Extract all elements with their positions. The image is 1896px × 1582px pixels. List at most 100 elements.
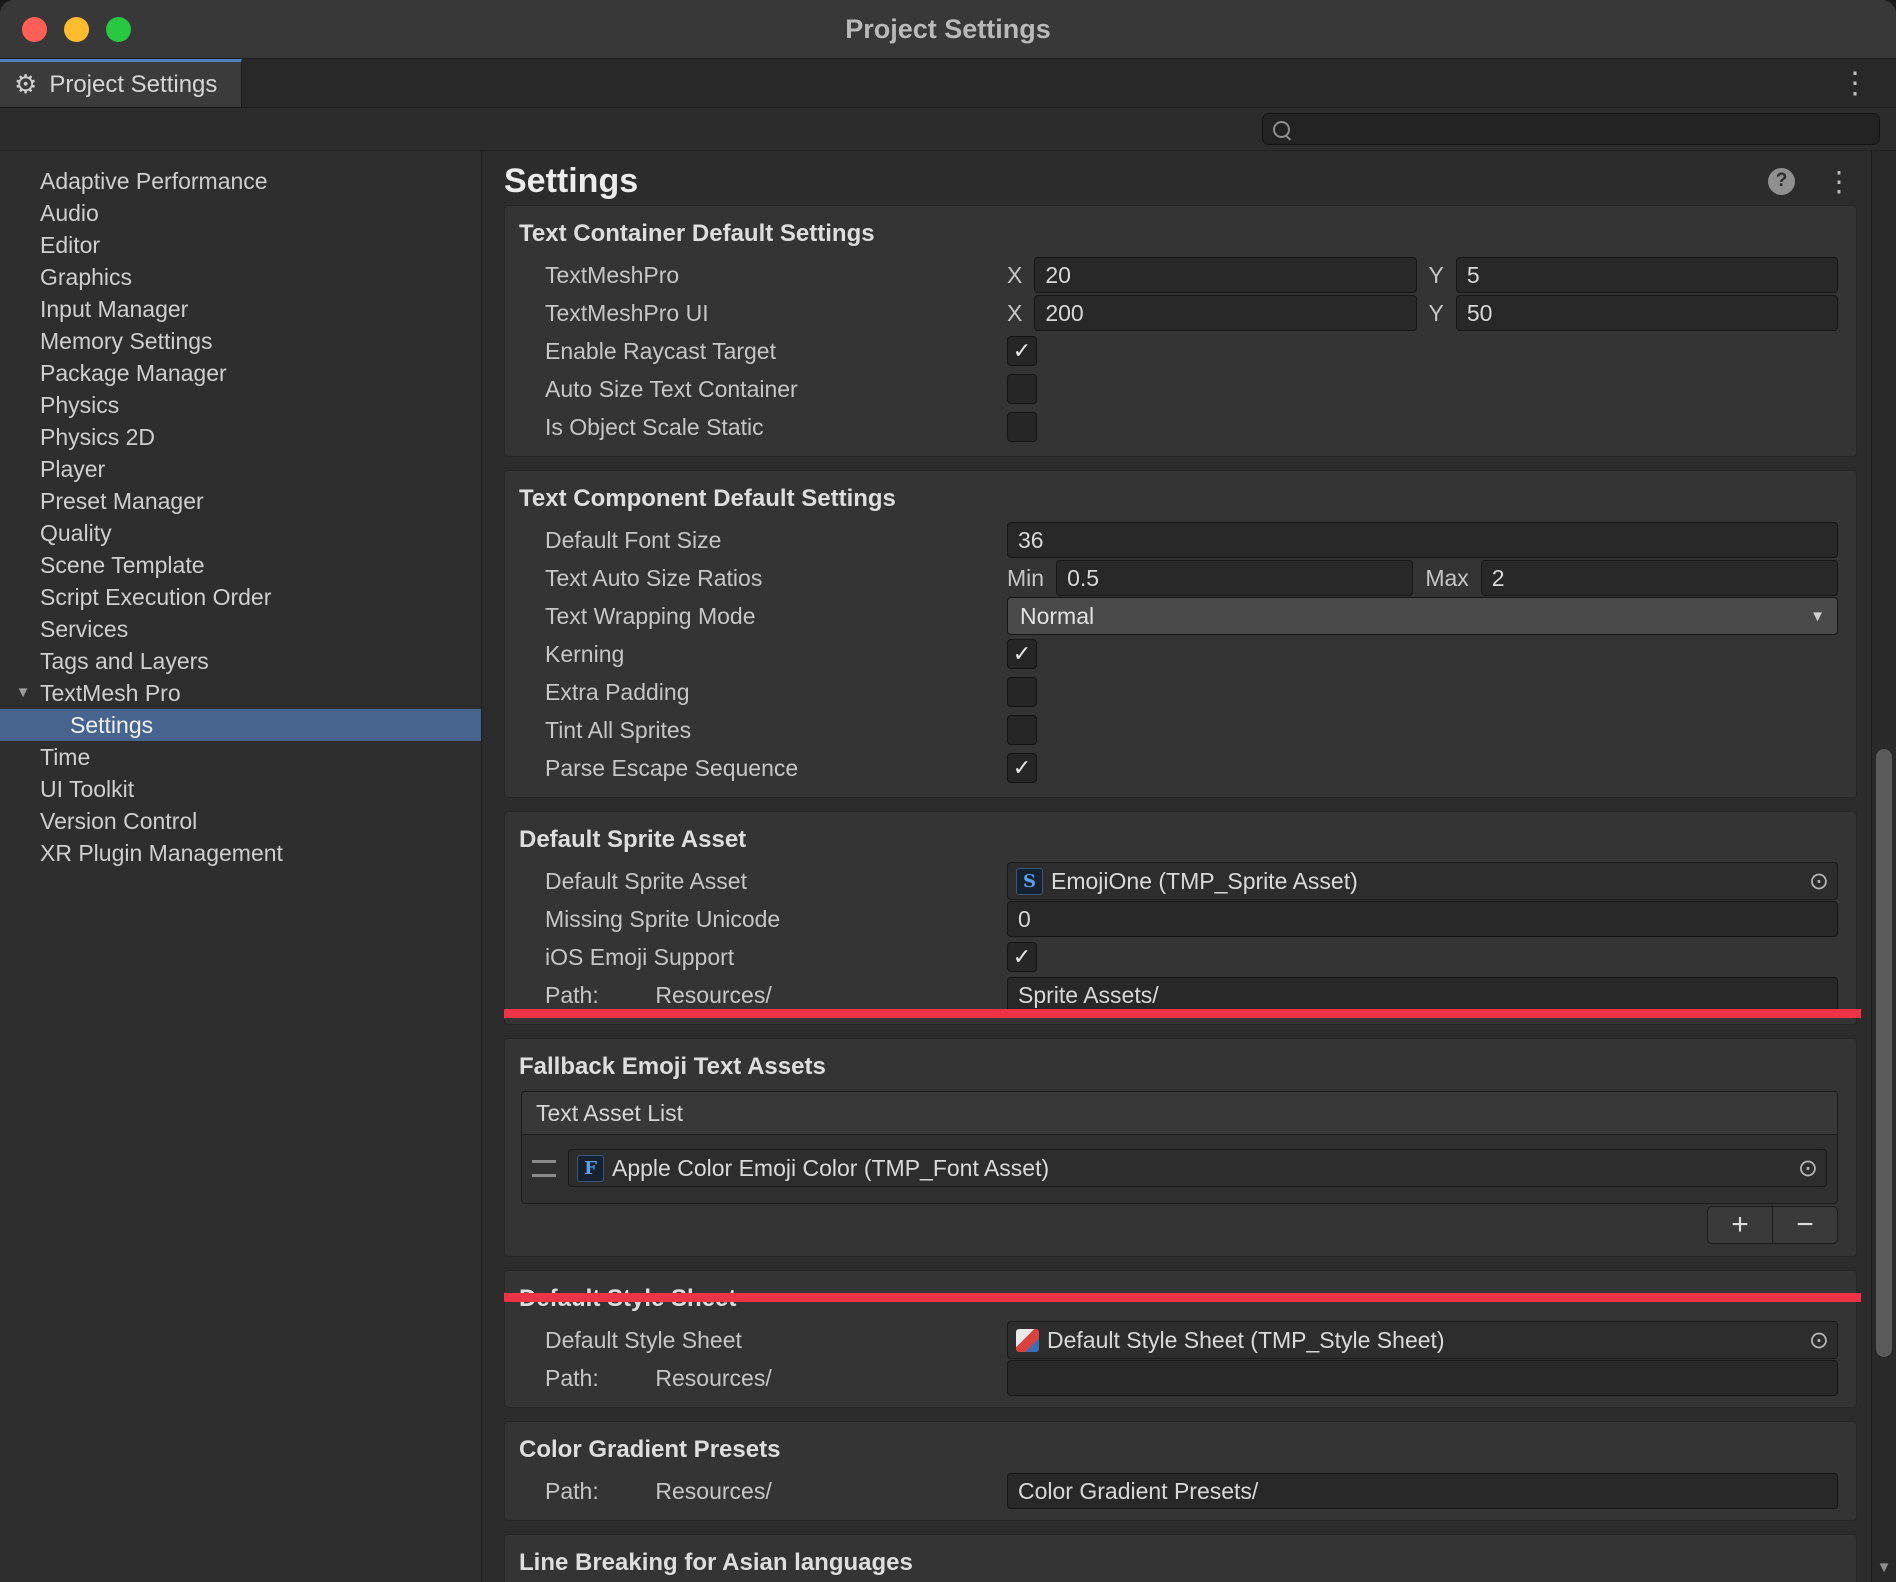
list-footer: + − bbox=[511, 1204, 1838, 1244]
scroll-down-icon[interactable]: ▼ bbox=[1872, 1559, 1896, 1576]
textmeshpro-x-input[interactable] bbox=[1034, 257, 1416, 293]
object-picker-icon[interactable]: ⊙ bbox=[1809, 1326, 1829, 1355]
auto-size-max-input[interactable] bbox=[1481, 560, 1838, 596]
sidebar-item-version-control[interactable]: Version Control bbox=[0, 805, 481, 837]
sidebar-item-player[interactable]: Player bbox=[0, 453, 481, 485]
sidebar-item-graphics[interactable]: Graphics bbox=[0, 261, 481, 293]
section-default-style-sheet: Default Style Sheet Default Style Sheet … bbox=[504, 1270, 1857, 1408]
style-sheet-path-input[interactable] bbox=[1007, 1360, 1838, 1396]
text-asset-list-header: Text Asset List bbox=[522, 1092, 1837, 1135]
color-gradient-path-input[interactable] bbox=[1007, 1473, 1838, 1509]
remove-item-button[interactable]: − bbox=[1772, 1207, 1837, 1243]
row-default-sprite-asset: Default Sprite Asset S EmojiOne (TMP_Spr… bbox=[511, 862, 1850, 900]
main-header: Settings ? ⋮ bbox=[504, 157, 1861, 205]
settings-sidebar: Adaptive Performance Audio Editor Graphi… bbox=[0, 151, 482, 1582]
style-sheet-icon bbox=[1016, 1329, 1039, 1352]
object-picker-icon[interactable]: ⊙ bbox=[1798, 1154, 1818, 1183]
sidebar-item-physics[interactable]: Physics bbox=[0, 389, 481, 421]
search-box[interactable] bbox=[1262, 113, 1880, 145]
sidebar-item-adaptive-performance[interactable]: Adaptive Performance bbox=[0, 165, 481, 197]
object-scale-static-checkbox[interactable] bbox=[1007, 412, 1037, 442]
sprite-asset-path-input[interactable] bbox=[1007, 977, 1838, 1013]
sidebar-item-tags-and-layers[interactable]: Tags and Layers bbox=[0, 645, 481, 677]
sidebar-item-textmeshpro-settings[interactable]: Settings bbox=[0, 709, 481, 741]
auto-size-min-input[interactable] bbox=[1056, 560, 1413, 596]
kerning-checkbox[interactable]: ✓ bbox=[1007, 639, 1037, 669]
tab-bar-menu-icon[interactable]: ⋮ bbox=[1814, 66, 1896, 101]
traffic-lights bbox=[0, 17, 131, 42]
panel-menu-icon[interactable]: ⋮ bbox=[1817, 165, 1861, 198]
settings-main-panel: Settings ? ⋮ Text Container Default Sett… bbox=[482, 151, 1871, 1582]
sidebar-item-package-manager[interactable]: Package Manager bbox=[0, 357, 481, 389]
min-label: Min bbox=[1007, 565, 1044, 592]
row-kerning: Kerning ✓ bbox=[511, 635, 1850, 673]
missing-sprite-unicode-input[interactable] bbox=[1007, 901, 1838, 937]
foldout-expanded-icon[interactable]: ▼ bbox=[12, 677, 34, 709]
default-style-sheet-object-field[interactable]: Default Style Sheet (TMP_Style Sheet) ⊙ bbox=[1007, 1321, 1838, 1359]
gear-icon: ⚙ bbox=[14, 69, 37, 100]
sidebar-item-xr-plugin-management[interactable]: XR Plugin Management bbox=[0, 837, 481, 869]
row-ios-emoji-support: iOS Emoji Support ✓ bbox=[511, 938, 1850, 976]
section-header: Default Style Sheet bbox=[511, 1279, 1850, 1321]
drag-handle-icon[interactable] bbox=[532, 1160, 556, 1177]
sidebar-item-preset-manager[interactable]: Preset Manager bbox=[0, 485, 481, 517]
text-wrapping-mode-dropdown[interactable]: Normal ▼ bbox=[1007, 597, 1838, 635]
row-textmeshpro-ui: TextMeshPro UI X Y bbox=[511, 294, 1850, 332]
sidebar-item-memory-settings[interactable]: Memory Settings bbox=[0, 325, 481, 357]
section-text-component: Text Component Default Settings Default … bbox=[504, 470, 1857, 798]
max-label: Max bbox=[1425, 565, 1468, 592]
textmeshpro-ui-y-input[interactable] bbox=[1456, 295, 1838, 331]
row-tint-all-sprites: Tint All Sprites bbox=[511, 711, 1850, 749]
tab-project-settings[interactable]: ⚙ Project Settings bbox=[0, 59, 242, 107]
enable-raycast-checkbox[interactable]: ✓ bbox=[1007, 336, 1037, 366]
auto-size-checkbox[interactable] bbox=[1007, 374, 1037, 404]
ios-emoji-support-checkbox[interactable]: ✓ bbox=[1007, 942, 1037, 972]
row-text-auto-size-ratios: Text Auto Size Ratios Min Max bbox=[511, 559, 1850, 597]
fallback-font-asset-object-field[interactable]: F Apple Color Emoji Color (TMP_Font Asse… bbox=[568, 1149, 1827, 1187]
scrollbar-thumb[interactable] bbox=[1876, 749, 1892, 1357]
sidebar-item-services[interactable]: Services bbox=[0, 613, 481, 645]
sidebar-item-scene-template[interactable]: Scene Template bbox=[0, 549, 481, 581]
textmeshpro-ui-x-input[interactable] bbox=[1034, 295, 1416, 331]
tab-bar: ⚙ Project Settings ⋮ bbox=[0, 59, 1896, 108]
sidebar-item-time[interactable]: Time bbox=[0, 741, 481, 773]
row-textmeshpro: TextMeshPro X Y bbox=[511, 256, 1850, 294]
x-label: X bbox=[1007, 262, 1022, 289]
object-picker-icon[interactable]: ⊙ bbox=[1809, 867, 1829, 896]
minimize-button[interactable] bbox=[64, 17, 89, 42]
sidebar-item-quality[interactable]: Quality bbox=[0, 517, 481, 549]
search-input[interactable] bbox=[1298, 116, 1869, 142]
section-line-breaking: Line Breaking for Asian languages Leadin… bbox=[504, 1534, 1857, 1582]
content: Adaptive Performance Audio Editor Graphi… bbox=[0, 151, 1896, 1582]
help-icon[interactable]: ? bbox=[1768, 168, 1795, 195]
vertical-scrollbar[interactable]: ▼ bbox=[1871, 151, 1896, 1582]
row-extra-padding: Extra Padding bbox=[511, 673, 1850, 711]
textmeshpro-y-input[interactable] bbox=[1456, 257, 1838, 293]
row-auto-size-text-container: Auto Size Text Container bbox=[511, 370, 1850, 408]
default-font-size-input[interactable] bbox=[1007, 522, 1838, 558]
default-sprite-asset-object-field[interactable]: S EmojiOne (TMP_Sprite Asset) ⊙ bbox=[1007, 862, 1838, 900]
parse-escape-checkbox[interactable]: ✓ bbox=[1007, 753, 1037, 783]
font-asset-icon: F bbox=[577, 1155, 604, 1182]
sidebar-item-editor[interactable]: Editor bbox=[0, 229, 481, 261]
sidebar-item-input-manager[interactable]: Input Manager bbox=[0, 293, 481, 325]
sidebar-item-physics-2d[interactable]: Physics 2D bbox=[0, 421, 481, 453]
section-text-container: Text Container Default Settings TextMesh… bbox=[504, 205, 1857, 457]
sidebar-item-script-execution-order[interactable]: Script Execution Order bbox=[0, 581, 481, 613]
sidebar-item-audio[interactable]: Audio bbox=[0, 197, 481, 229]
row-style-sheet-path: Path: Resources/ bbox=[511, 1359, 1850, 1397]
section-color-gradient-presets: Color Gradient Presets Path: Resources/ bbox=[504, 1421, 1857, 1521]
search-row bbox=[0, 108, 1896, 151]
extra-padding-checkbox[interactable] bbox=[1007, 677, 1037, 707]
section-header: Default Sprite Asset bbox=[511, 820, 1850, 862]
section-fallback-emoji-text-assets: Fallback Emoji Text Assets Text Asset Li… bbox=[504, 1038, 1857, 1257]
zoom-button[interactable] bbox=[106, 17, 131, 42]
tint-all-sprites-checkbox[interactable] bbox=[1007, 715, 1037, 745]
add-item-button[interactable]: + bbox=[1708, 1207, 1772, 1243]
row-color-gradient-path: Path: Resources/ bbox=[511, 1472, 1850, 1510]
sidebar-item-ui-toolkit[interactable]: UI Toolkit bbox=[0, 773, 481, 805]
text-asset-list: Text Asset List F Apple Color Emoji Colo… bbox=[521, 1091, 1838, 1204]
sidebar-item-textmesh-pro[interactable]: ▼ TextMesh Pro bbox=[0, 677, 481, 709]
close-button[interactable] bbox=[22, 17, 47, 42]
row-enable-raycast-target: Enable Raycast Target ✓ bbox=[511, 332, 1850, 370]
